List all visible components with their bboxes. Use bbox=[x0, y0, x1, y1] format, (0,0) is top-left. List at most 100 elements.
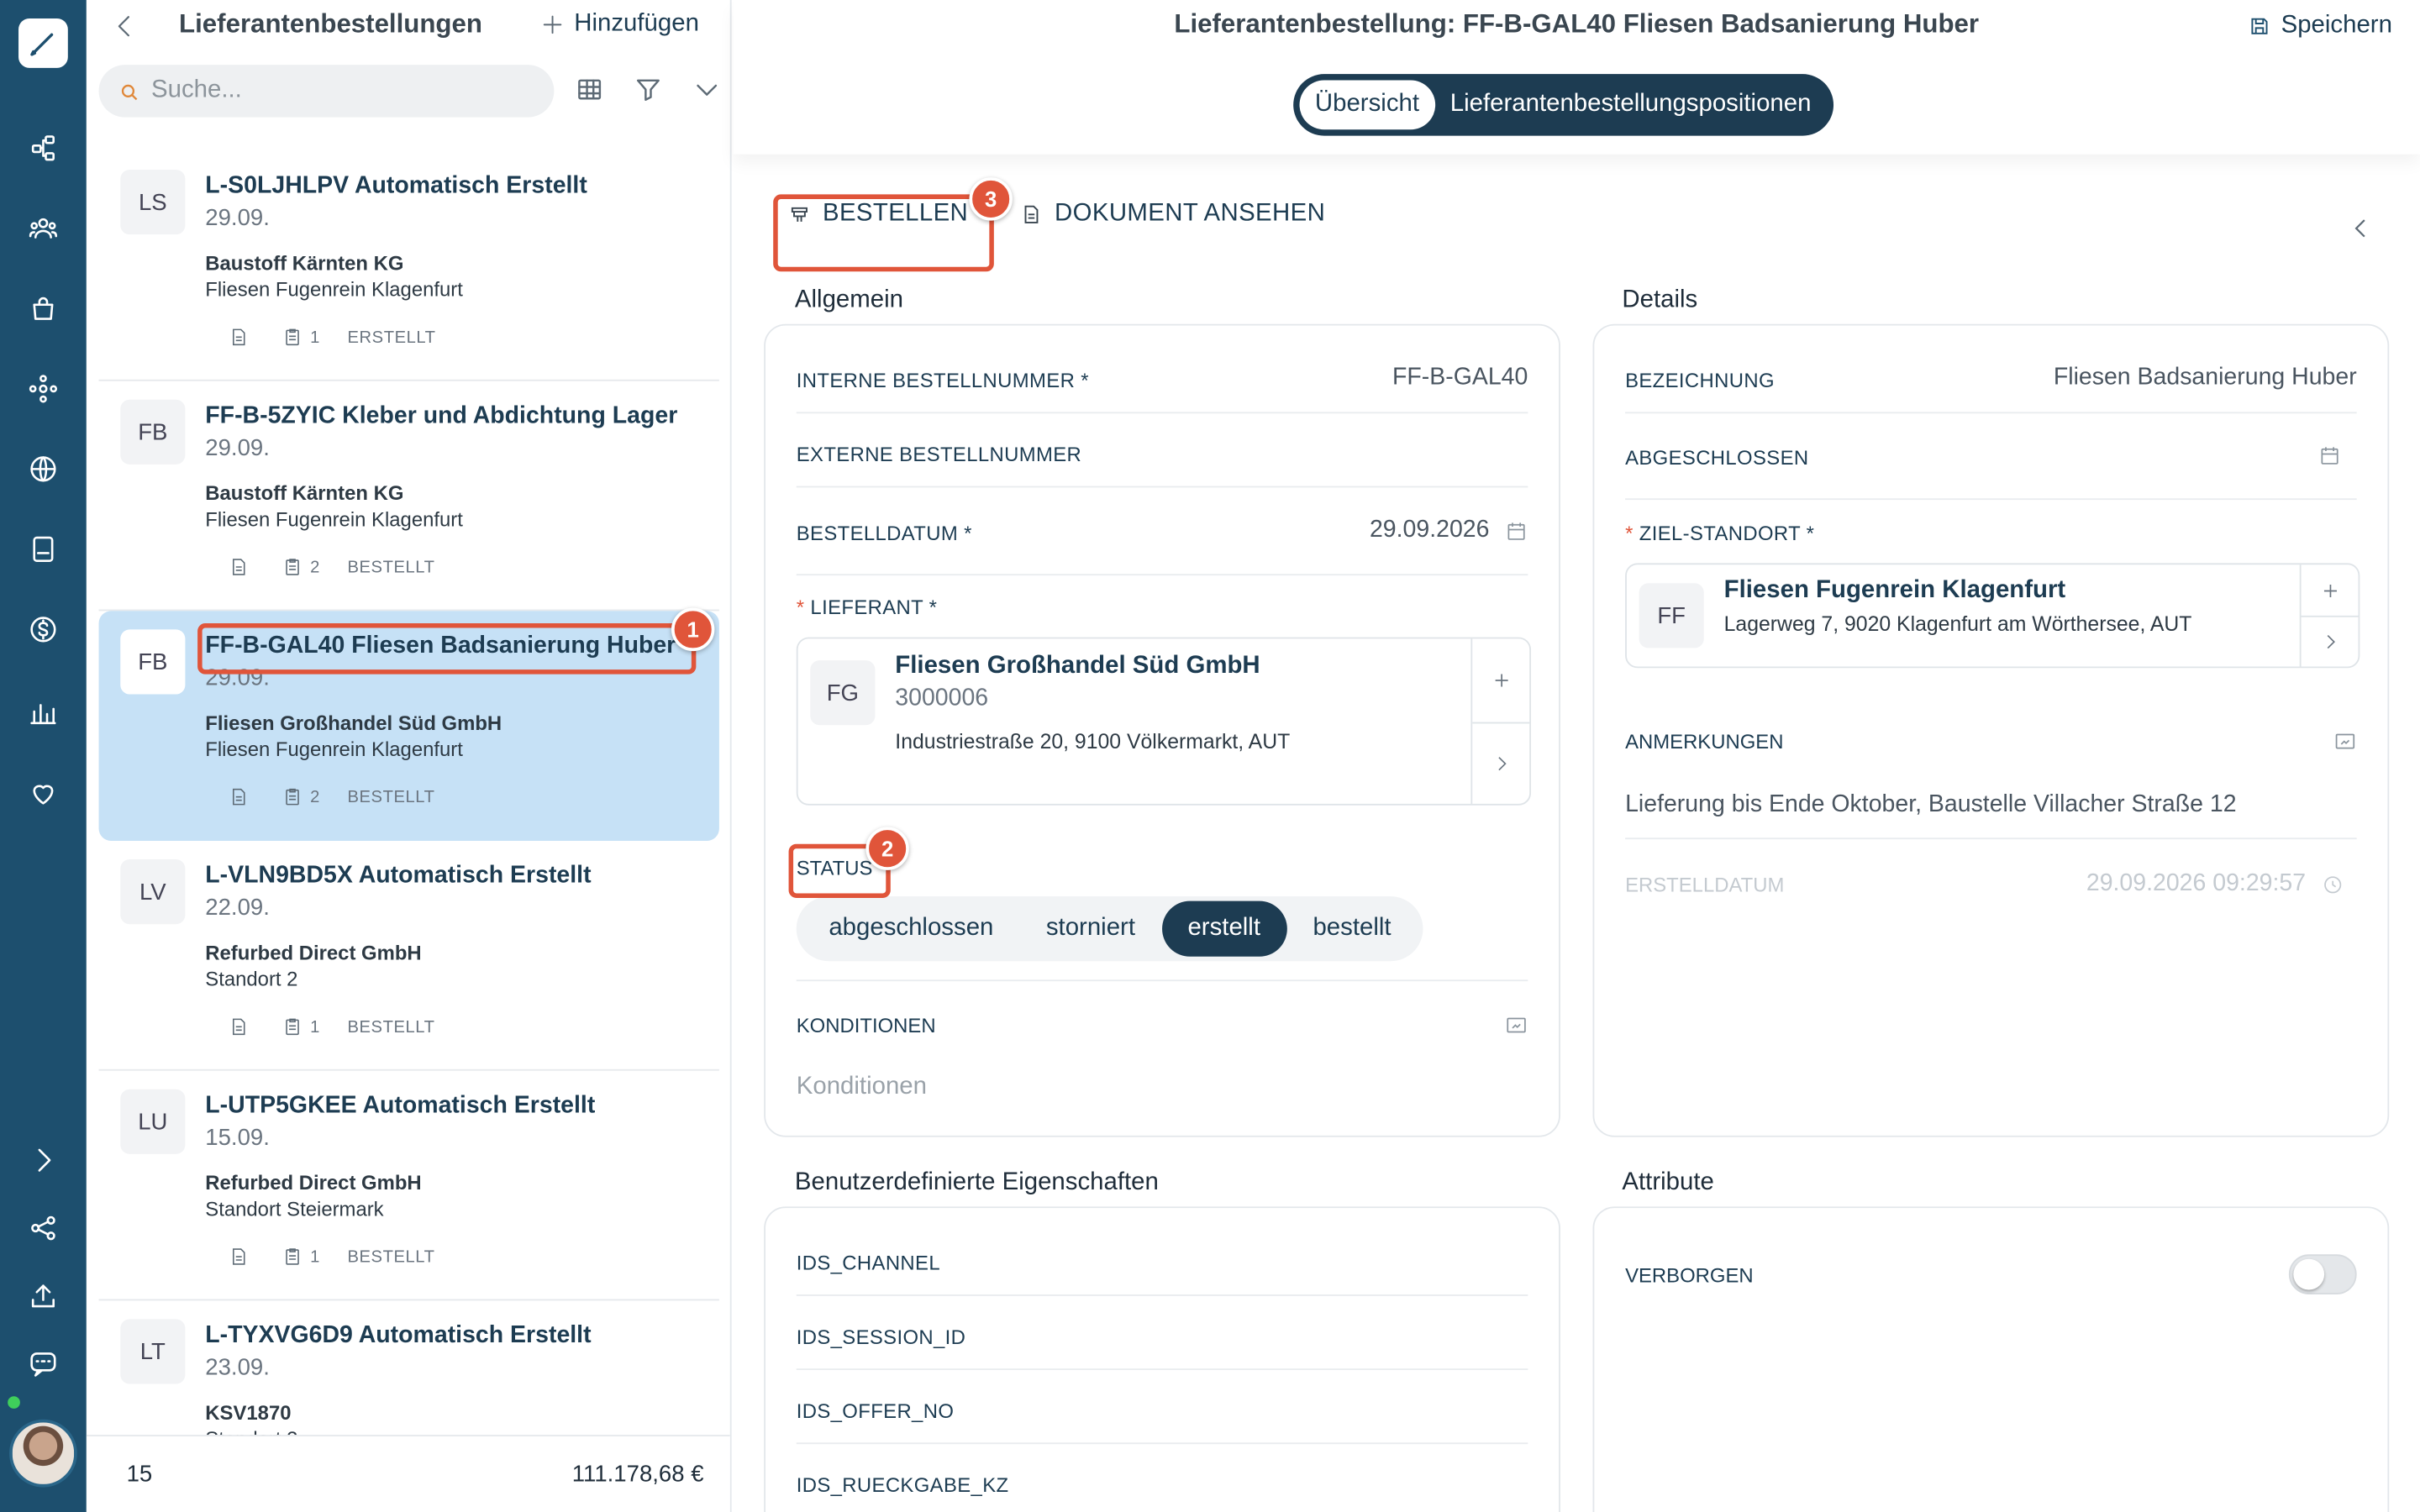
document-icon bbox=[229, 327, 249, 347]
list-item[interactable]: LV L-VLN9BD5X Automatisch Erstellt 22.09… bbox=[98, 841, 719, 1071]
back-arrow-icon[interactable] bbox=[111, 13, 139, 40]
list-item-supplier: Refurbed Direct GmbH bbox=[205, 1171, 422, 1194]
internal-number-value[interactable]: FF-B-GAL40 bbox=[1392, 364, 1528, 391]
chat-icon[interactable] bbox=[24, 1346, 61, 1383]
custom-property-row[interactable]: IDS_OFFER_NO bbox=[796, 1370, 1528, 1445]
name-value[interactable]: Fliesen Badsanierung Huber bbox=[2054, 364, 2357, 391]
open-target-chevron-icon[interactable] bbox=[2301, 615, 2359, 667]
list-item-title: L-VLN9BD5X Automatisch Erstellt bbox=[205, 862, 592, 889]
custom-property-row[interactable]: IDS_RUECKGABE_KZ bbox=[797, 1444, 1528, 1512]
pen-logo-icon[interactable] bbox=[18, 18, 68, 68]
details-card: BEZEICHNUNG Fliesen Badsanierung Huber A… bbox=[1592, 323, 2390, 1137]
globe-icon[interactable] bbox=[24, 450, 61, 487]
plus-icon bbox=[540, 13, 565, 37]
dollar-icon[interactable] bbox=[24, 611, 61, 648]
list-item[interactable]: LS L-S0LJHLPV Automatisch Erstellt 29.09… bbox=[98, 151, 719, 381]
user-avatar[interactable] bbox=[9, 1419, 77, 1488]
target-address: Lagerweg 7, 9020 Klagenfurt am Wörtherse… bbox=[1723, 612, 2192, 636]
chevron-down-icon[interactable] bbox=[692, 74, 723, 105]
list-item-location: Fliesen Fugenrein Klagenfurt bbox=[205, 277, 463, 302]
expand-editor-icon[interactable] bbox=[2333, 730, 2357, 753]
custom-property-label: IDS_RUECKGABE_KZ bbox=[796, 1473, 1009, 1497]
save-button[interactable]: Speichern bbox=[2249, 13, 2392, 40]
supplier-address: Industriestraße 20, 9100 Völkermarkt, AU… bbox=[895, 729, 1291, 753]
list-item-title: FF-B-5ZYIC Kleber und Abdichtung Lager bbox=[205, 402, 678, 429]
add-target-plus-icon[interactable] bbox=[2302, 564, 2359, 616]
clipboard-icon bbox=[282, 557, 302, 577]
table-view-icon[interactable] bbox=[574, 74, 605, 105]
document-icon bbox=[229, 787, 249, 807]
workflow-icon[interactable] bbox=[24, 129, 61, 166]
chevron-right-icon[interactable] bbox=[24, 1142, 61, 1179]
users-icon[interactable] bbox=[24, 210, 61, 247]
hidden-toggle[interactable] bbox=[2288, 1254, 2357, 1295]
open-supplier-chevron-icon[interactable] bbox=[1472, 721, 1530, 804]
list-item[interactable]: FB FF-B-5ZYIC Kleber und Abdichtung Lage… bbox=[98, 381, 719, 612]
internal-number-row: INTERNE BESTELLNUMMER * FF-B-GAL40 bbox=[796, 326, 1528, 414]
tab-order-positions[interactable]: Lieferantenbestellungspositionen bbox=[1434, 81, 1826, 130]
tab-overview[interactable]: Übersicht bbox=[1299, 80, 1435, 130]
status-option-abgeschlossen[interactable]: abgeschlossen bbox=[802, 901, 1020, 957]
add-supplier-plus-icon[interactable] bbox=[1472, 638, 1529, 721]
upload-icon[interactable] bbox=[24, 1278, 61, 1315]
network-icon[interactable] bbox=[24, 370, 61, 407]
target-actions bbox=[2299, 564, 2359, 667]
bar-chart-icon[interactable] bbox=[24, 695, 61, 732]
target-location-card[interactable]: FF Fliesen Fugenrein Klagenfurt Lagerweg… bbox=[1625, 563, 2360, 669]
heart-icon[interactable] bbox=[24, 774, 61, 811]
app-window: Lieferantenbestellungen Hinzufügen LS L-… bbox=[0, 0, 2420, 1512]
custom-property-row[interactable]: IDS_CHANNEL bbox=[796, 1208, 1528, 1296]
order-date-value: 29.09.2026 bbox=[1369, 517, 1490, 543]
book-icon[interactable] bbox=[24, 531, 61, 568]
page-title: Lieferantenbestellung: FF-B-GAL40 Fliese… bbox=[1174, 9, 1980, 39]
created-value: 29.09.2026 09:29:57 bbox=[2086, 869, 2307, 897]
position-count: 2 bbox=[310, 557, 320, 577]
calendar-icon bbox=[2318, 444, 2342, 468]
custom-property-label: IDS_OFFER_NO bbox=[796, 1399, 955, 1423]
custom-property-row[interactable]: IDS_SESSION_ID bbox=[796, 1296, 1528, 1371]
list-count: 15 bbox=[126, 1461, 153, 1488]
list-item-supplier: Baustoff Kärnten KG bbox=[205, 481, 404, 505]
supplier-actions bbox=[1470, 638, 1530, 804]
expand-editor-icon[interactable] bbox=[1505, 1014, 1528, 1037]
collapse-chevron-icon[interactable] bbox=[2349, 216, 2374, 240]
app-rail bbox=[0, 0, 87, 1512]
document-icon bbox=[1021, 203, 1043, 225]
internal-number-label: INTERNE BESTELLNUMMER * bbox=[796, 368, 1089, 392]
order-date-row: BESTELLDATUM * 29.09.2026 bbox=[796, 487, 1528, 576]
search-icon bbox=[120, 81, 139, 101]
status-badge: BESTELLT bbox=[347, 1017, 435, 1037]
divider bbox=[796, 979, 1528, 982]
list-item[interactable]: LU L-UTP5GKEE Automatisch Erstellt 15.09… bbox=[98, 1071, 719, 1301]
bag-icon[interactable] bbox=[24, 290, 61, 327]
clipboard-icon bbox=[282, 1016, 302, 1037]
add-button[interactable]: Hinzufügen bbox=[540, 11, 699, 39]
step-badge: 3 bbox=[969, 177, 1013, 221]
position-count: 2 bbox=[310, 787, 320, 806]
order-date-field[interactable]: 29.09.2026 bbox=[1370, 517, 1528, 544]
view-tabs: Übersicht Lieferantenbestellungsposition… bbox=[1293, 74, 1833, 136]
view-document-button[interactable]: DOKUMENT ANSEHEN bbox=[1021, 201, 1326, 228]
search-input[interactable] bbox=[150, 76, 507, 105]
notes-row[interactable]: Lieferung bis Ende Oktober, Baustelle Vi… bbox=[1625, 765, 2357, 840]
status-option-erstellt[interactable]: erstellt bbox=[1161, 900, 1287, 957]
section-heading-details: Details bbox=[1622, 286, 1698, 313]
clipboard-icon bbox=[282, 327, 302, 347]
section-heading-custom-properties: Benutzerdefinierte Eigenschaften bbox=[794, 1169, 1159, 1196]
external-number-row[interactable]: EXTERNE BESTELLNUMMER bbox=[796, 413, 1528, 488]
highlight-selected-order bbox=[197, 623, 697, 675]
status-option-bestellt[interactable]: bestellt bbox=[1286, 901, 1418, 957]
share-icon[interactable] bbox=[24, 1210, 61, 1247]
list-item-title: L-S0LJHLPV Automatisch Erstellt bbox=[205, 172, 587, 199]
clipboard-icon bbox=[282, 1247, 302, 1267]
conditions-input[interactable]: Konditionen bbox=[797, 1074, 927, 1101]
list-item-title: L-TYXVG6D9 Automatisch Erstellt bbox=[205, 1322, 592, 1349]
closed-date-field[interactable] bbox=[2318, 444, 2342, 468]
filter-icon[interactable] bbox=[633, 74, 664, 105]
list-header: Lieferantenbestellungen Hinzufügen bbox=[87, 0, 730, 55]
supplier-card[interactable]: FG Fliesen Großhandel Süd GmbH 3000006 I… bbox=[796, 637, 1532, 806]
avatar: LT bbox=[120, 1319, 186, 1384]
order-list-panel: Lieferantenbestellungen Hinzufügen LS L-… bbox=[86, 0, 732, 1512]
status-option-storniert[interactable]: storniert bbox=[1020, 901, 1162, 957]
conditions-label: KONDITIONEN bbox=[796, 1013, 936, 1037]
